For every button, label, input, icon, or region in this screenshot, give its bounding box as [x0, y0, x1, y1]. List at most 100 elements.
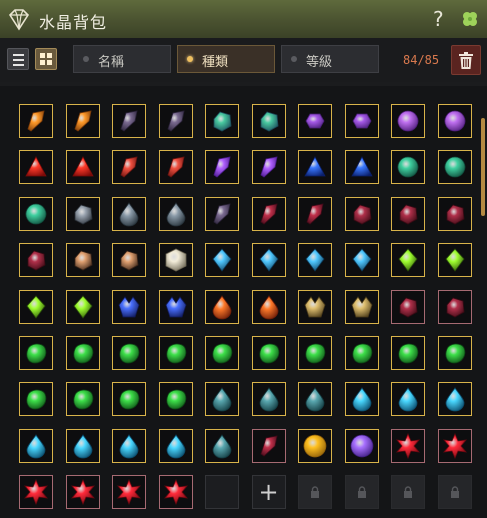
crystal-slot[interactable] [205, 336, 239, 370]
crystal-slot[interactable] [65, 382, 100, 417]
crystal-slot[interactable] [158, 336, 193, 370]
scrollbar[interactable] [481, 118, 485, 216]
crystal-slot[interactable] [298, 336, 332, 370]
crystal-slot[interactable] [344, 150, 379, 185]
crystal-slot[interactable] [65, 289, 100, 324]
crystal-slot[interactable] [65, 104, 100, 138]
crystal-slot[interactable] [391, 243, 425, 278]
crystal-slot[interactable] [298, 196, 332, 231]
crystal-slot[interactable] [112, 196, 146, 231]
crystal-slot[interactable] [65, 336, 100, 370]
crystal-slot[interactable] [19, 243, 53, 278]
crystal-slot[interactable] [112, 104, 146, 138]
crystal-slot[interactable] [344, 289, 379, 324]
crystal-slot[interactable] [112, 289, 146, 324]
crystal-slot[interactable] [391, 289, 425, 324]
crystal-slot[interactable] [437, 428, 472, 463]
crystal-slot[interactable] [19, 289, 53, 324]
crystal-slot[interactable] [437, 104, 472, 138]
crystal-slot[interactable] [112, 336, 146, 370]
teal-drop-icon [212, 387, 232, 412]
crystal-slot[interactable] [344, 336, 379, 370]
crystal-slot[interactable] [437, 289, 472, 324]
crystal-slot[interactable] [298, 104, 332, 138]
crystal-slot[interactable] [391, 428, 425, 463]
crystal-slot[interactable] [251, 243, 286, 278]
crystal-slot[interactable] [298, 289, 332, 324]
crystal-slot[interactable] [344, 382, 379, 417]
crystal-slot[interactable] [344, 196, 379, 231]
crystal-slot[interactable] [437, 150, 472, 185]
crystal-slot[interactable] [251, 289, 286, 324]
crystal-slot[interactable] [158, 104, 193, 138]
crystal-slot[interactable] [19, 428, 53, 463]
crystal-slot[interactable] [112, 150, 146, 185]
crystal-slot[interactable] [205, 150, 239, 185]
crystal-slot[interactable] [391, 150, 425, 185]
crystal-slot[interactable] [65, 150, 100, 185]
crystal-slot[interactable] [112, 243, 146, 278]
crystal-slot[interactable] [158, 196, 193, 231]
crystal-slot[interactable] [298, 382, 332, 417]
crystal-slot[interactable] [158, 243, 193, 278]
crystal-slot[interactable] [298, 428, 332, 463]
sort-tab-name[interactable]: 名稱 [73, 45, 171, 73]
crystal-slot[interactable] [112, 475, 146, 510]
purple-hex-icon [352, 113, 371, 129]
crystal-slot[interactable] [19, 196, 53, 231]
crystal-slot[interactable] [251, 196, 286, 231]
crystal-slot[interactable] [158, 428, 193, 463]
grid-view-button[interactable] [35, 48, 57, 70]
crystal-slot[interactable] [251, 382, 286, 417]
crystal-slot[interactable] [158, 382, 193, 417]
crystal-slot[interactable] [344, 104, 379, 138]
crystal-slot[interactable] [251, 104, 286, 138]
bronze-cluster-icon [351, 295, 372, 317]
crystal-slot[interactable] [391, 336, 425, 370]
crystal-slot[interactable] [65, 428, 100, 463]
crystal-slot[interactable] [344, 243, 379, 278]
list-view-button[interactable] [7, 48, 29, 70]
crystal-slot[interactable] [19, 336, 53, 370]
crystal-slot[interactable] [391, 196, 425, 231]
crystal-slot[interactable] [391, 382, 425, 417]
crystal-slot[interactable] [65, 243, 100, 278]
crystal-slot[interactable] [205, 382, 239, 417]
crystal-slot[interactable] [437, 243, 472, 278]
clover-icon[interactable] [460, 9, 480, 29]
crystal-slot[interactable] [205, 243, 239, 278]
crystal-slot[interactable] [205, 104, 239, 138]
crystal-slot[interactable] [158, 289, 193, 324]
crystal-slot[interactable] [158, 475, 193, 510]
add-slot-button[interactable]: + [251, 475, 286, 510]
amber-shard-icon [74, 110, 92, 132]
crystal-slot[interactable] [19, 475, 53, 510]
crystal-slot[interactable] [251, 150, 286, 185]
crystal-slot[interactable] [205, 428, 239, 463]
crystal-slot[interactable] [19, 382, 53, 417]
crystal-slot[interactable] [205, 289, 239, 324]
question-mark-icon[interactable]: ? [433, 7, 444, 31]
crystal-slot[interactable] [344, 428, 379, 463]
crystal-slot[interactable] [437, 196, 472, 231]
crystal-slot[interactable] [158, 150, 193, 185]
crystal-slot[interactable] [391, 104, 425, 138]
crystal-slot[interactable] [437, 336, 472, 370]
crystal-slot[interactable] [251, 336, 286, 370]
crystal-slot[interactable] [205, 196, 239, 231]
trash-button[interactable] [451, 45, 481, 75]
sort-tab-level[interactable]: 等級 [281, 45, 379, 73]
crystal-slot[interactable] [298, 243, 332, 278]
crystal-slot[interactable] [251, 428, 286, 463]
crystal-slot[interactable] [437, 382, 472, 417]
empty-slot[interactable] [205, 475, 239, 510]
crystal-slot[interactable] [19, 104, 53, 138]
green-blob-icon [444, 343, 465, 364]
crystal-slot[interactable] [19, 150, 53, 185]
crystal-slot[interactable] [112, 382, 146, 417]
crystal-slot[interactable] [65, 196, 100, 231]
crystal-slot[interactable] [112, 428, 146, 463]
crystal-slot[interactable] [65, 475, 100, 510]
crystal-slot[interactable] [298, 150, 332, 185]
sort-tab-type[interactable]: 種類 [177, 45, 275, 73]
